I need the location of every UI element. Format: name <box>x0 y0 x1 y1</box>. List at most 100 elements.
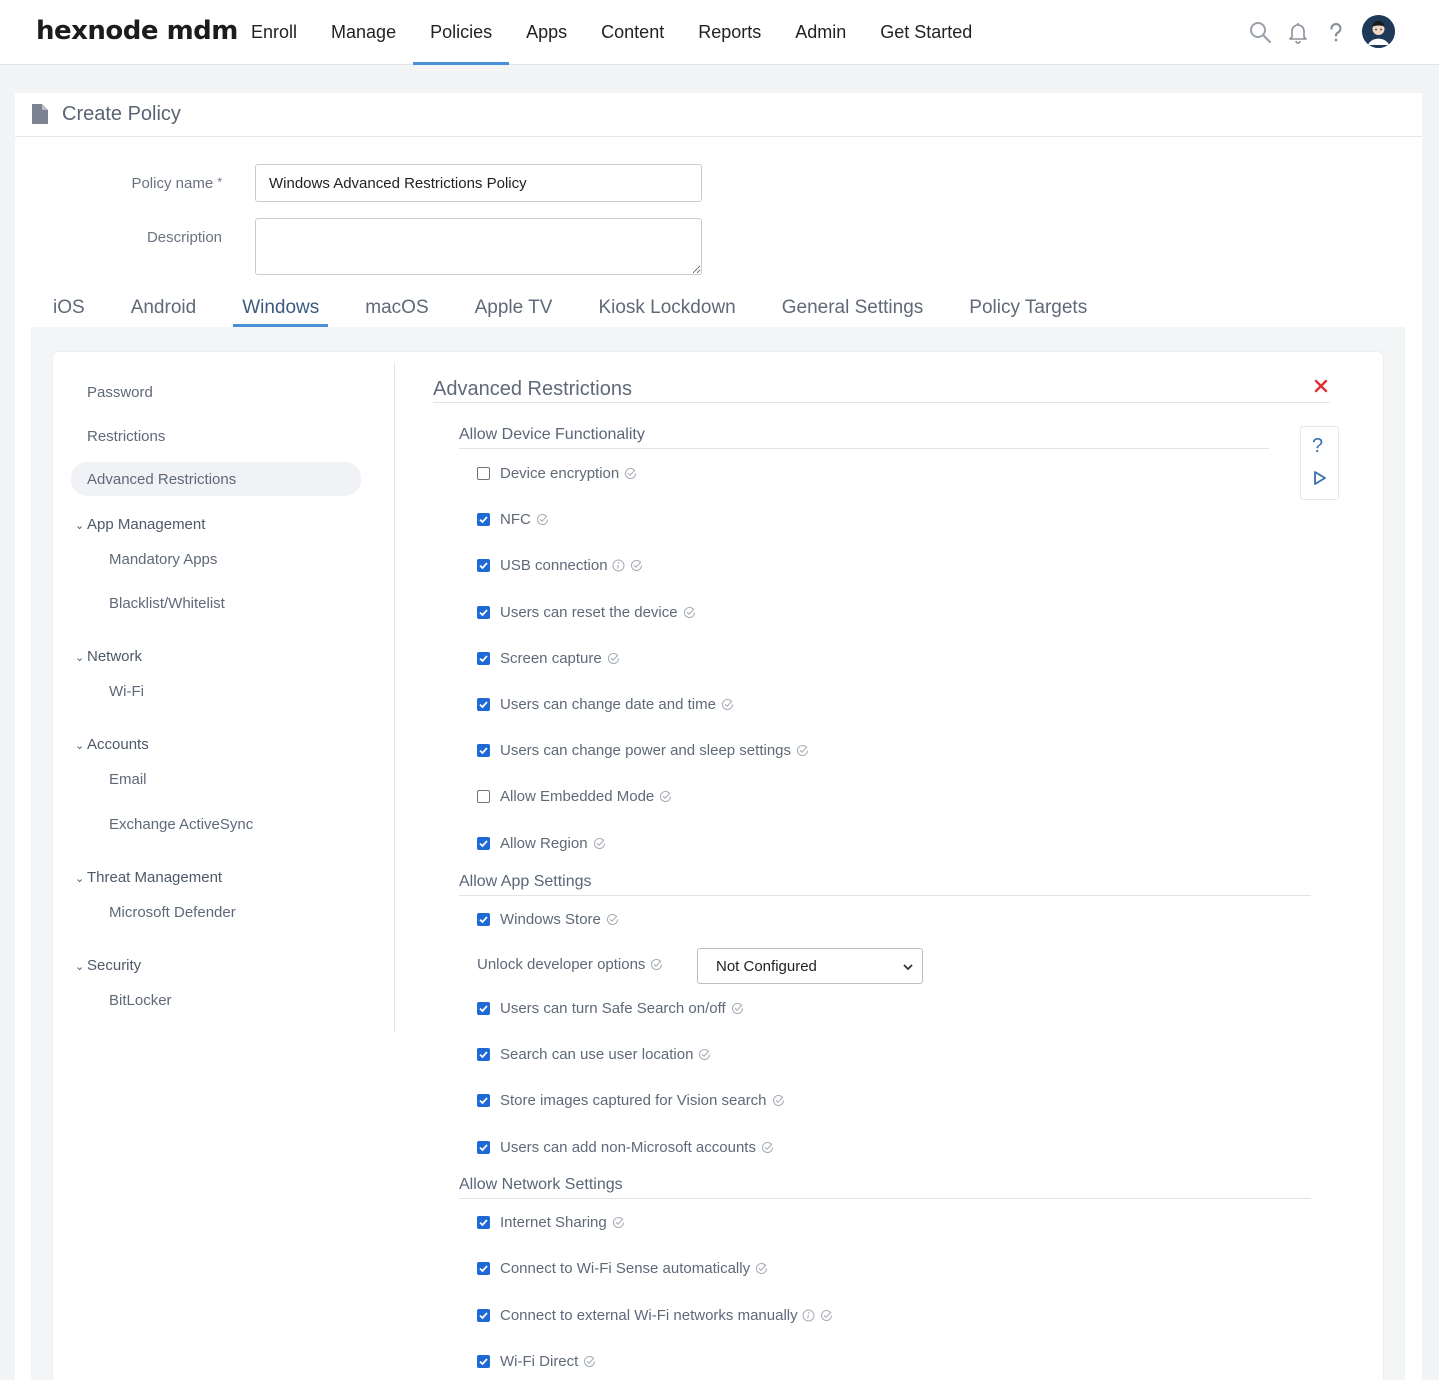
setting-label: Users can reset the device <box>500 603 678 621</box>
setting-unlock-developer-options: Unlock developer options <box>477 956 663 973</box>
setting-row: Connect to external Wi-Fi networks manua… <box>477 1307 833 1324</box>
nav-manage[interactable]: Manage <box>314 0 413 65</box>
page-title: Create Policy <box>62 103 181 125</box>
nav-get-started[interactable]: Get Started <box>863 0 989 65</box>
setting-label: Windows Store <box>500 911 601 928</box>
setting-row: Internet Sharing <box>477 1214 625 1231</box>
checkbox-checked-icon[interactable] <box>477 559 490 573</box>
search-icon[interactable] <box>1248 20 1272 44</box>
setting-row: Users can change power and sleep setting… <box>477 742 809 759</box>
circle-check-icon <box>583 1355 596 1368</box>
setting-row: Search can use user location <box>477 1046 711 1063</box>
section-title-app: Allow App Settings <box>459 873 592 890</box>
setting-row: Allow Region <box>477 835 606 852</box>
circle-check-icon <box>607 652 620 665</box>
sidebar-item-advanced-restrictions[interactable]: Advanced Restrictions <box>71 462 361 496</box>
nav-policies[interactable]: Policies <box>413 0 510 65</box>
sidebar-group-label: Network <box>87 648 143 665</box>
checkbox-unchecked-icon[interactable] <box>477 790 490 804</box>
sidebar-group-accounts[interactable]: ⌄ Accounts <box>75 736 149 753</box>
setting-row: Users can add non-Microsoft accounts <box>477 1139 774 1156</box>
description-textarea[interactable] <box>255 218 702 275</box>
setting-row: NFC <box>477 511 549 528</box>
brand-logo[interactable]: hexnode mdm <box>36 16 238 46</box>
help-icon[interactable] <box>1324 20 1348 44</box>
info-icon[interactable] <box>612 559 625 572</box>
tab-policy-targets[interactable]: Policy Targets <box>946 289 1110 327</box>
circle-check-icon <box>761 1141 774 1154</box>
checkbox-checked-icon[interactable] <box>477 513 490 527</box>
sidebar-item-email[interactable]: Email <box>109 771 147 788</box>
setting-label: Unlock developer options <box>477 956 646 973</box>
top-navbar: hexnode mdm Enroll Manage Policies Apps … <box>0 0 1439 65</box>
nav-content[interactable]: Content <box>584 0 681 65</box>
setting-label: Search can use user location <box>500 1046 694 1064</box>
sidebar-item-mandatory-apps[interactable]: Mandatory Apps <box>109 551 217 568</box>
checkbox-checked-icon[interactable] <box>477 1308 490 1322</box>
sidebar-group-label: Accounts <box>87 736 149 753</box>
circle-check-icon <box>593 837 606 850</box>
info-icon[interactable] <box>802 1309 815 1322</box>
tab-android[interactable]: Android <box>108 289 220 327</box>
setting-label: Screen capture <box>500 649 602 667</box>
sidebar-item-wifi[interactable]: Wi-Fi <box>109 683 144 700</box>
tab-general-settings[interactable]: General Settings <box>759 289 947 327</box>
sidebar-group-label: App Management <box>87 516 206 533</box>
checkbox-checked-icon[interactable] <box>477 605 490 619</box>
question-icon[interactable]: ? <box>1312 435 1323 458</box>
policy-name-input[interactable] <box>255 164 702 202</box>
nav-reports[interactable]: Reports <box>681 0 778 65</box>
unlock-developer-select[interactable]: Not Configured <box>697 948 923 984</box>
checkbox-checked-icon[interactable] <box>477 1002 490 1015</box>
setting-label: Allow Embedded Mode <box>500 788 655 806</box>
nav-enroll[interactable]: Enroll <box>234 0 314 65</box>
sidebar-item-restrictions[interactable]: Restrictions <box>87 428 165 445</box>
checkbox-checked-icon[interactable] <box>477 1094 490 1108</box>
checkbox-checked-icon[interactable] <box>477 913 490 926</box>
tab-apple-tv[interactable]: Apple TV <box>452 289 576 327</box>
nav-admin[interactable]: Admin <box>778 0 863 65</box>
checkbox-checked-icon[interactable] <box>477 1354 490 1368</box>
tab-macos[interactable]: macOS <box>342 289 451 327</box>
close-icon[interactable] <box>1313 378 1329 394</box>
play-icon[interactable] <box>1313 470 1327 491</box>
os-tabs: iOS Android Windows macOS Apple TV Kiosk… <box>30 289 1110 329</box>
setting-row: Wi-Fi Direct <box>477 1353 596 1370</box>
checkbox-checked-icon[interactable] <box>477 651 490 665</box>
sidebar-item-microsoft-defender[interactable]: Microsoft Defender <box>109 904 236 921</box>
checkbox-checked-icon[interactable] <box>477 744 490 758</box>
sidebar-item-password[interactable]: Password <box>87 384 153 401</box>
policy-sidebar: Password Restrictions Advanced Restricti… <box>69 362 395 1032</box>
checkbox-checked-icon[interactable] <box>477 1216 490 1229</box>
sidebar-item-exchange-activesync[interactable]: Exchange ActiveSync <box>109 816 253 833</box>
sidebar-group-network[interactable]: ⌄ Network <box>75 648 142 665</box>
chevron-down-icon: ⌄ <box>75 740 85 752</box>
setting-row: Screen capture <box>477 650 620 667</box>
sidebar-group-app-management[interactable]: ⌄ App Management <box>75 516 205 533</box>
sidebar-item-blacklist-whitelist[interactable]: Blacklist/Whitelist <box>109 595 225 612</box>
chevron-down-icon: ⌄ <box>75 873 85 885</box>
sidebar-group-security[interactable]: ⌄ Security <box>75 957 141 974</box>
circle-check-icon <box>624 467 637 480</box>
tab-ios[interactable]: iOS <box>30 289 108 327</box>
required-mark: * <box>217 175 222 189</box>
nav-apps[interactable]: Apps <box>509 0 584 65</box>
checkbox-checked-icon[interactable] <box>477 1262 490 1276</box>
checkbox-checked-icon[interactable] <box>477 698 490 711</box>
circle-check-icon <box>820 1309 833 1322</box>
tab-windows[interactable]: Windows <box>233 289 329 327</box>
setting-row: Device encryption <box>477 465 637 482</box>
checkbox-unchecked-icon[interactable] <box>477 467 490 480</box>
user-avatar[interactable] <box>1362 15 1395 48</box>
main-nav: Enroll Manage Policies Apps Content Repo… <box>234 0 989 65</box>
circle-check-icon <box>612 1216 625 1229</box>
checkbox-checked-icon[interactable] <box>477 1048 490 1062</box>
sidebar-item-bitlocker[interactable]: BitLocker <box>109 992 172 1009</box>
sidebar-group-threat-management[interactable]: ⌄ Threat Management <box>75 869 222 886</box>
description-label: Description <box>146 229 222 246</box>
tab-kiosk-lockdown[interactable]: Kiosk Lockdown <box>575 289 758 327</box>
checkbox-checked-icon[interactable] <box>477 1140 490 1154</box>
circle-check-icon <box>731 1002 744 1015</box>
checkbox-checked-icon[interactable] <box>477 836 490 850</box>
bell-icon[interactable] <box>1286 20 1310 44</box>
